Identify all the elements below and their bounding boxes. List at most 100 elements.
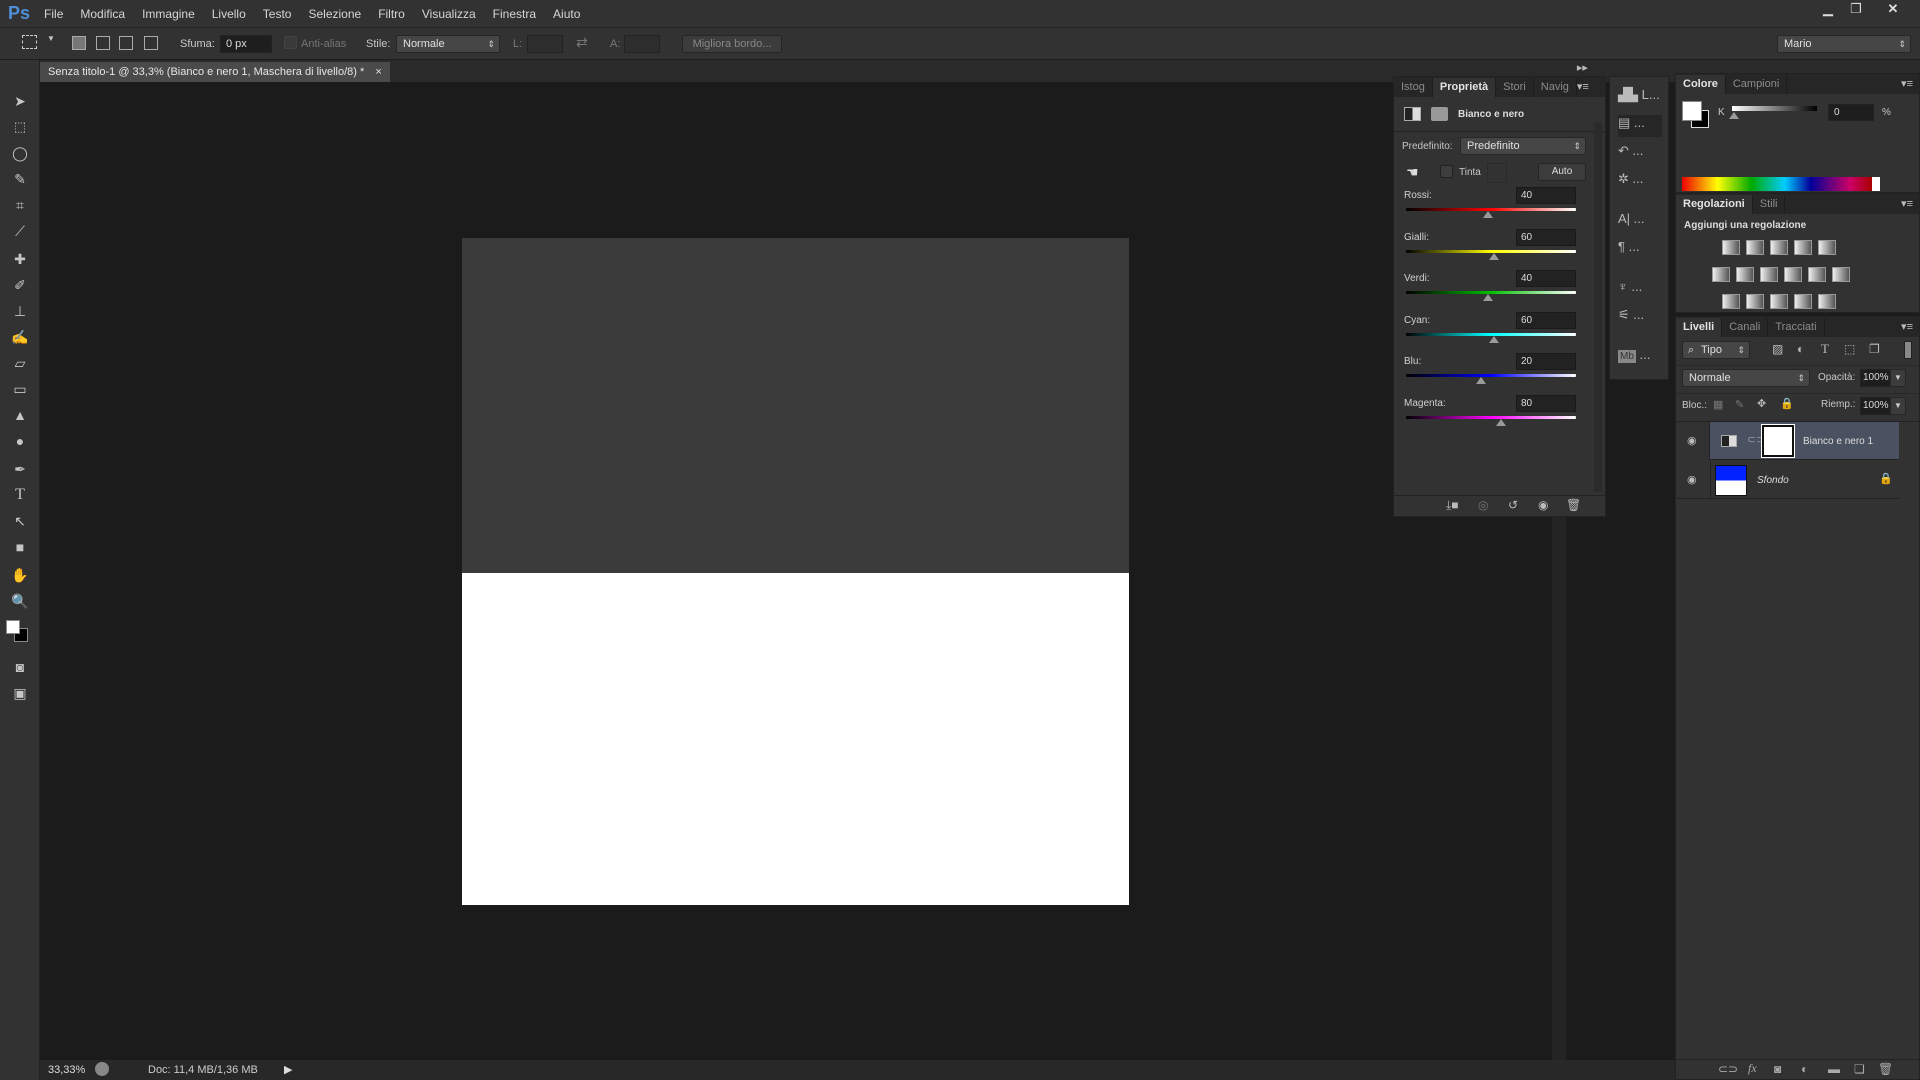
tab-swatches[interactable]: Campioni	[1726, 75, 1788, 94]
antialias-checkbox[interactable]	[284, 36, 297, 49]
close-icon[interactable]: ✕	[1880, 0, 1906, 20]
status-info-icon[interactable]	[95, 1062, 109, 1076]
selective-color-icon[interactable]	[1794, 294, 1812, 309]
restore-icon[interactable]: ❐	[1843, 0, 1869, 20]
delete-layer-icon[interactable]: 🗑	[1878, 1062, 1893, 1076]
dock-history[interactable]: ↶ ...	[1618, 143, 1662, 165]
layer-name[interactable]: Bianco e nero 1	[1803, 436, 1873, 447]
zoom-tool-icon[interactable]: 🔍	[8, 590, 32, 612]
dock-minibridge[interactable]: Mb ...	[1618, 347, 1662, 369]
crop-tool-icon[interactable]: ⌗	[8, 194, 32, 216]
opacity-dropdown-icon[interactable]: ▼	[1890, 369, 1906, 387]
slider-thumb[interactable]	[1475, 377, 1486, 384]
color-spectrum[interactable]	[1682, 177, 1880, 191]
fx-icon[interactable]: fx	[1748, 1061, 1757, 1076]
foreground-color-swatch[interactable]	[1682, 101, 1702, 121]
foreground-color-swatch[interactable]	[6, 620, 20, 634]
tab-color[interactable]: Colore	[1676, 75, 1726, 94]
screen-mode-icon[interactable]: ▣	[8, 682, 32, 704]
slider-value-input[interactable]: 60	[1516, 311, 1576, 329]
slider-thumb[interactable]	[1489, 335, 1500, 343]
tint-color-swatch[interactable]	[1487, 163, 1507, 183]
auto-button[interactable]: Auto	[1538, 163, 1586, 181]
lock-all-icon[interactable]: 🔒	[1780, 397, 1794, 410]
layer-row-sfondo[interactable]: ◉ Sfondo 🔒	[1677, 461, 1899, 499]
blend-mode-select[interactable]: Normale	[1682, 369, 1810, 387]
gradient-tool-icon[interactable]: ▭	[8, 378, 32, 400]
shape-tool-icon[interactable]: ■	[8, 536, 32, 558]
add-mask-icon[interactable]: ◙	[1774, 1062, 1781, 1076]
type-tool-icon[interactable]: T	[8, 484, 32, 506]
slider-thumb[interactable]	[1482, 294, 1493, 301]
lock-transparency-icon[interactable]: ▦	[1713, 398, 1723, 411]
canvas-top-region[interactable]	[462, 238, 1129, 573]
quick-mask-icon[interactable]: ◙	[8, 656, 32, 678]
gradient-map-icon[interactable]	[1818, 294, 1836, 309]
layer-row-bianco-e-nero[interactable]: ◉ ⊂⊃ Bianco e nero 1	[1676, 422, 1899, 460]
black-white-icon[interactable]	[1760, 267, 1778, 282]
tint-checkbox[interactable]	[1440, 165, 1453, 178]
lock-pixels-icon[interactable]: ✎	[1735, 398, 1744, 411]
slider-thumb[interactable]	[1482, 211, 1493, 218]
properties-scrollbar[interactable]	[1594, 122, 1602, 492]
visibility-eye-icon[interactable]: ◉	[1538, 498, 1548, 512]
quick-select-tool-icon[interactable]: ✎	[8, 168, 32, 190]
menu-immagine[interactable]: Immagine	[142, 7, 195, 21]
filter-adjustment-icon[interactable]: ◐	[1797, 342, 1804, 356]
slider-value-input[interactable]: 40	[1516, 270, 1576, 287]
filter-type-icon[interactable]: T	[1821, 341, 1829, 357]
tab-channels[interactable]: Canali	[1722, 318, 1769, 337]
visibility-eye-icon[interactable]: ◉	[1687, 473, 1697, 486]
height-input[interactable]	[624, 35, 660, 53]
blur-tool-icon[interactable]: ▲	[8, 404, 32, 426]
status-menu-arrow-icon[interactable]: ▶	[284, 1063, 292, 1076]
style-select[interactable]: Normale	[396, 35, 500, 53]
brush-tool-icon[interactable]: ✐	[8, 274, 32, 296]
move-tool-icon[interactable]: ➤	[8, 90, 32, 112]
tab-histogram[interactable]: Istog	[1394, 78, 1433, 97]
tab-paths[interactable]: Tracciati	[1768, 318, 1825, 337]
reset-icon[interactable]: ↺	[1508, 498, 1518, 512]
swap-icon[interactable]: ⇄	[576, 34, 588, 51]
view-previous-icon[interactable]: ◎	[1478, 498, 1488, 512]
dock-paragraph[interactable]: ¶ ...	[1618, 239, 1662, 261]
slider-track[interactable]	[1406, 415, 1576, 419]
slider-thumb[interactable]	[1489, 252, 1500, 260]
adjustment-icon[interactable]	[1404, 107, 1421, 121]
lasso-tool-icon[interactable]: ◯	[8, 142, 32, 164]
tab-layers[interactable]: Livelli	[1676, 318, 1723, 337]
hue-saturation-icon[interactable]	[1712, 267, 1730, 282]
add-selection-icon[interactable]	[96, 36, 110, 50]
invert-icon[interactable]	[1722, 294, 1740, 309]
intersect-selection-icon[interactable]	[144, 36, 158, 50]
minimize-icon[interactable]: ▁	[1815, 0, 1841, 20]
new-layer-icon[interactable]: ❏	[1854, 1062, 1865, 1076]
new-group-icon[interactable]: ▬	[1828, 1062, 1840, 1076]
channel-mixer-icon[interactable]	[1808, 267, 1826, 282]
panel-menu-icon[interactable]: ▸▸ ▾≡	[1577, 59, 1599, 97]
slider-thumb[interactable]	[1496, 418, 1507, 426]
hand-tool-icon[interactable]: ✋	[8, 564, 32, 586]
slider-value-input[interactable]: 40	[1516, 187, 1576, 204]
k-slider-thumb[interactable]	[1729, 112, 1739, 119]
menu-visualizza[interactable]: Visualizza	[422, 7, 476, 21]
eraser-tool-icon[interactable]: ▱	[8, 352, 32, 374]
link-layers-icon[interactable]: ⊂⊃	[1718, 1062, 1738, 1076]
close-tab-icon[interactable]: ×	[375, 66, 381, 78]
panel-menu-icon[interactable]: ▾≡	[1901, 195, 1913, 214]
k-value-input[interactable]: 0	[1828, 104, 1874, 121]
dock-properties[interactable]: ▤ ...	[1618, 115, 1662, 137]
layer-mask-thumbnail[interactable]	[1761, 424, 1795, 458]
preset-select[interactable]: Predefinito	[1460, 137, 1586, 155]
menu-modifica[interactable]: Modifica	[80, 7, 125, 21]
tab-styles[interactable]: Stili	[1753, 195, 1786, 214]
history-brush-tool-icon[interactable]: ✍	[8, 326, 32, 348]
dock-histogram[interactable]: ▟▙ L...	[1618, 87, 1662, 109]
filter-toggle[interactable]	[1904, 341, 1912, 359]
curves-icon[interactable]	[1770, 240, 1788, 255]
canvas-bottom-region[interactable]	[462, 573, 1129, 905]
clip-to-layer-icon[interactable]: ⤓■	[1446, 498, 1459, 513]
vibrance-icon[interactable]	[1818, 240, 1836, 255]
marquee-tool-icon[interactable]: ⬚	[8, 116, 32, 138]
panel-menu-icon[interactable]: ▾≡	[1901, 75, 1913, 94]
